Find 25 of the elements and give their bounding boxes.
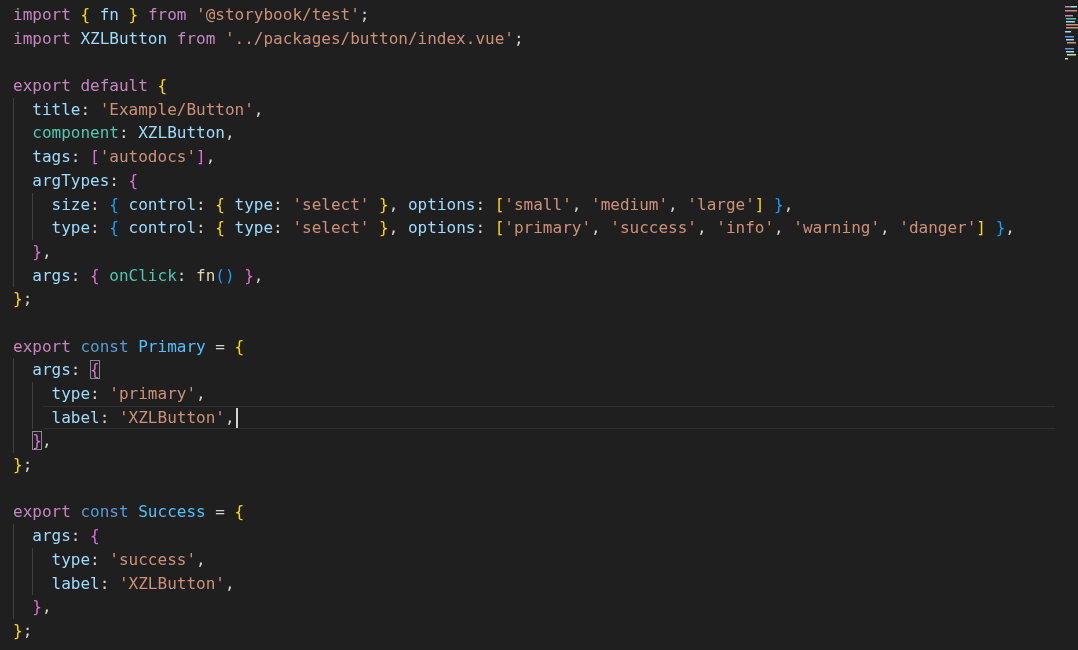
code-line: }; (13, 288, 33, 311)
code-line: }, (31, 240, 52, 263)
code-line: label: 'XZLButton', (50, 572, 235, 595)
code-line: args: { (31, 359, 100, 382)
code-line: import { fn } from '@storybook/test'; (13, 4, 370, 26)
code-line: args: { (31, 525, 100, 548)
code-line: import XZLButton from '../packages/button/index.vue'; (13, 27, 524, 50)
code-line: args: { onClick: fn() }, (31, 264, 264, 287)
code-line: export default { (13, 75, 168, 98)
code-line: title: 'Example/Button', (31, 98, 264, 121)
code-line: }; (13, 619, 33, 642)
code-line: export const Success = { (13, 501, 245, 524)
code-line: type: { control: { type: 'select' }, options: ['primary', 'success', 'info', 'warning', 'danger'] }, (50, 217, 1015, 240)
code-line: }, (31, 430, 52, 453)
code-line: size: { control: { type: 'select' }, options: ['small', 'medium', 'large'] }, (50, 193, 794, 216)
code-line: label: 'XZLButton', (50, 406, 235, 429)
minimap-drawing[interactable] (1065, 4, 1078, 60)
code-line: export const Primary = { (13, 335, 245, 358)
code-line: type: 'success', (50, 548, 206, 571)
code-line: argTypes: { (31, 169, 139, 192)
code-line: component: XZLButton, (31, 122, 235, 145)
code-line: tags: ['autodocs'], (31, 146, 216, 169)
code-line: }; (13, 454, 33, 477)
code-line: type: 'primary', (50, 383, 206, 405)
code-line: }, (31, 596, 52, 619)
